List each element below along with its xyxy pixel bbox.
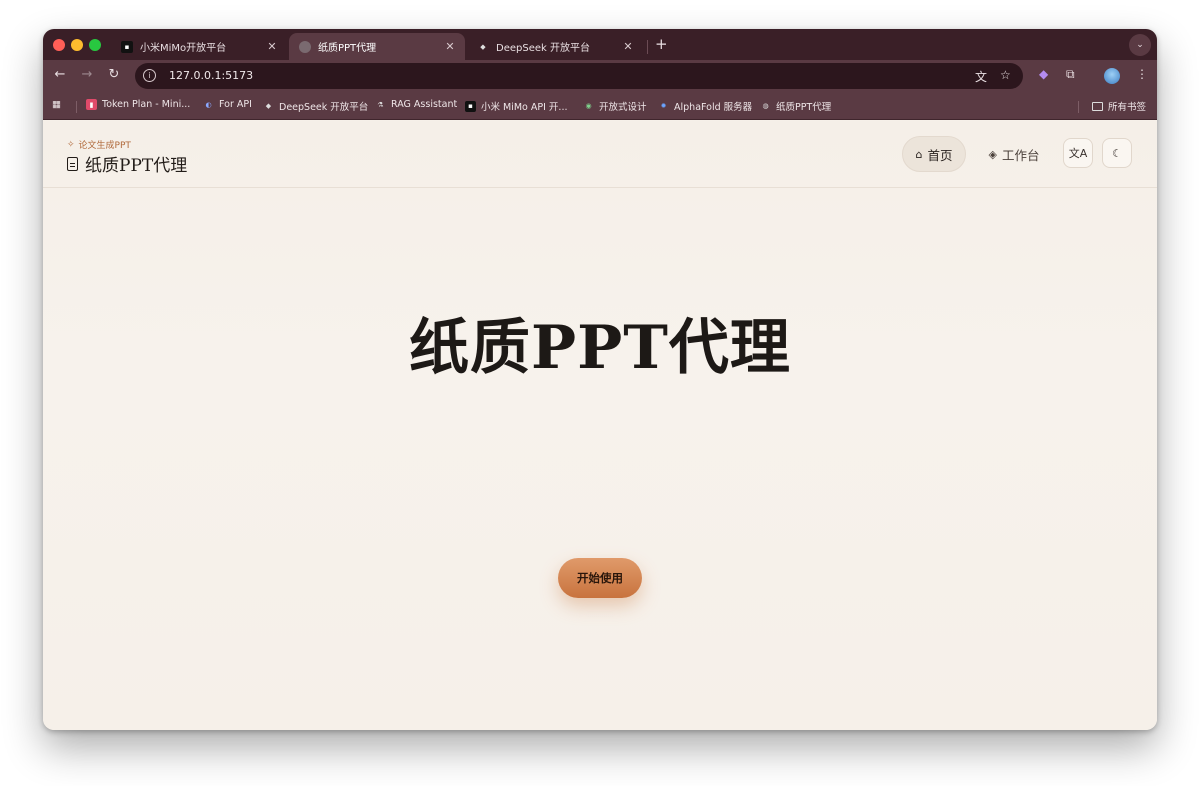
browser-toolbar: ← → ↻ i 127.0.0.1:5173 ⽂ ☆ ◆ ⧉ ⋮ <box>43 60 1157 92</box>
bookmark-label: For API <box>219 99 252 110</box>
bookmark-star-icon[interactable]: ☆ <box>1000 68 1011 82</box>
web-page: ✧ 论文生成PPT 纸质PPT代理 ⌂ 首页 ◈ 工作台 文A ☾ 纸质PPT代… <box>43 121 1157 730</box>
back-arrow-icon[interactable]: ← <box>51 67 69 82</box>
layers-icon: ◈ <box>988 147 997 161</box>
bookmark-label: 小米 MiMo API 开... <box>481 102 568 113</box>
bookmark-label: Token Plan - Mini... <box>102 99 191 110</box>
bookmark-label: RAG Assistant <box>391 99 458 110</box>
bookmark-label: 开放式设计 <box>599 102 647 113</box>
nav-home-button[interactable]: ⌂ 首页 <box>902 136 966 172</box>
folder-icon <box>1092 101 1103 111</box>
tagline: ✧ 论文生成PPT <box>67 138 131 152</box>
bookmarks-bar: ▦ ▮ Token Plan - Mini... ◐ For API ◆ Dee… <box>43 92 1157 120</box>
close-tab-icon[interactable]: ✕ <box>621 40 635 53</box>
globe-favicon-icon: ◍ <box>762 102 769 110</box>
token-plan-favicon-icon: ▮ <box>86 99 97 110</box>
site-header: ✧ 论文生成PPT 纸质PPT代理 ⌂ 首页 ◈ 工作台 文A ☾ <box>43 121 1157 188</box>
extensions-puzzle-icon[interactable]: ⧉ <box>1066 67 1075 82</box>
theme-toggle-button[interactable]: ☾ <box>1102 138 1132 168</box>
all-bookmarks-folder[interactable]: 所有书签 <box>1092 99 1146 113</box>
minimize-window-button[interactable] <box>71 39 83 51</box>
alphafold-favicon-icon: ✹ <box>660 102 667 110</box>
close-window-button[interactable] <box>53 39 65 51</box>
for-api-favicon-icon: ◐ <box>205 100 212 109</box>
tab-search-chevron-icon[interactable]: ⌄ <box>1129 34 1151 56</box>
translate-icon: 文A <box>1068 147 1088 160</box>
tab-title: 纸质PPT代理 <box>318 43 377 54</box>
bookmark-paper-ppt[interactable]: ◍ 纸质PPT代理 <box>760 99 831 113</box>
nav-workspace-label: 工作台 <box>1001 147 1040 163</box>
sparkles-icon: ✧ <box>67 139 75 150</box>
bookmark-deepseek[interactable]: ◆ DeepSeek 开放平台 <box>263 99 368 113</box>
site-info-icon[interactable]: i <box>143 69 156 82</box>
bookmark-alphafold[interactable]: ✹ AlphaFold 服务器 <box>658 99 753 113</box>
bookmark-open-design[interactable]: ◉ 开放式设计 <box>583 99 647 113</box>
close-tab-icon[interactable]: ✕ <box>443 40 457 53</box>
close-tab-icon[interactable]: ✕ <box>265 40 279 53</box>
bookmark-mimo-api[interactable]: ▪ 小米 MiMo API 开... <box>465 99 568 113</box>
bookmark-rag-assistant[interactable]: ⚗ RAG Assistant <box>375 99 457 110</box>
translate-icon[interactable]: ⽂ <box>975 68 987 85</box>
site-logo[interactable]: 纸质PPT代理 <box>67 151 187 176</box>
bookmark-label: AlphaFold 服务器 <box>674 102 753 113</box>
tab-deepseek[interactable]: ◆ DeepSeek 开放平台 ✕ <box>467 33 643 60</box>
tagline-text: 论文生成PPT <box>78 141 131 151</box>
moon-icon: ☾ <box>1112 146 1122 160</box>
profile-avatar[interactable] <box>1104 68 1120 84</box>
apps-grid-icon[interactable]: ▦ <box>52 99 61 110</box>
bookmark-for-api[interactable]: ◐ For API <box>203 99 252 110</box>
address-bar[interactable]: i 127.0.0.1:5173 ⽂ ☆ <box>135 63 1023 89</box>
tab-title: 小米MiMo开放平台 <box>140 43 227 54</box>
tab-divider <box>647 40 648 54</box>
open-design-favicon-icon: ◉ <box>585 102 592 110</box>
tab-title: DeepSeek 开放平台 <box>496 43 590 54</box>
tab-mimo[interactable]: ▪ 小米MiMo开放平台 ✕ <box>111 33 287 60</box>
browser-window: ▪ 小米MiMo开放平台 ✕ 纸质PPT代理 ✕ ◆ DeepSeek 开放平台… <box>43 29 1157 730</box>
document-icon <box>67 156 78 171</box>
bookmark-label: 纸质PPT代理 <box>776 102 832 113</box>
reload-icon[interactable]: ↻ <box>105 67 123 82</box>
tab-strip: ▪ 小米MiMo开放平台 ✕ 纸质PPT代理 ✕ ◆ DeepSeek 开放平台… <box>43 29 1157 60</box>
globe-favicon-icon <box>299 40 311 53</box>
rag-favicon-icon: ⚗ <box>377 100 384 109</box>
all-bookmarks-label: 所有书签 <box>1108 102 1147 113</box>
get-started-button[interactable]: 开始使用 <box>558 558 642 598</box>
mimo-favicon-icon: ▪ <box>121 40 133 53</box>
new-tab-icon[interactable]: + <box>655 35 668 53</box>
deepseek-favicon-icon: ◆ <box>265 102 272 110</box>
home-icon: ⌂ <box>915 147 923 161</box>
nav-home-label: 首页 <box>927 147 953 163</box>
bookmark-divider <box>76 101 77 113</box>
forward-arrow-icon[interactable]: → <box>78 67 96 82</box>
zoom-window-button[interactable] <box>89 39 101 51</box>
bookmark-divider <box>1078 101 1079 113</box>
bookmark-label: DeepSeek 开放平台 <box>279 102 369 113</box>
url-text[interactable]: 127.0.0.1:5173 <box>169 69 253 82</box>
hero-title: 纸质PPT代理 <box>409 313 791 383</box>
nav-workspace-button[interactable]: ◈ 工作台 <box>979 136 1049 172</box>
more-menu-icon[interactable]: ⋮ <box>1136 67 1148 81</box>
language-toggle-button[interactable]: 文A <box>1063 138 1093 168</box>
site-title[interactable]: 纸质PPT代理 <box>85 151 187 176</box>
tab-paper-ppt[interactable]: 纸质PPT代理 ✕ <box>289 33 465 60</box>
extension-icon[interactable]: ◆ <box>1039 67 1048 81</box>
bookmark-token-plan[interactable]: ▮ Token Plan - Mini... <box>86 99 190 110</box>
mimo-favicon-icon: ▪ <box>465 100 476 112</box>
deepseek-favicon-icon: ◆ <box>480 42 486 51</box>
